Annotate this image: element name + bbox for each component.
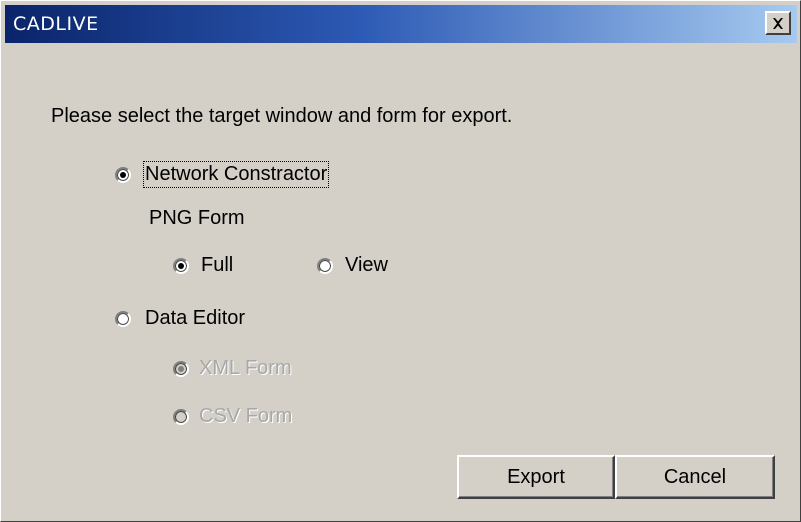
data-editor-radio[interactable] [115, 310, 131, 327]
network-constractor-option[interactable]: Network Constractor [115, 161, 330, 188]
view-label[interactable]: View [345, 254, 388, 277]
window-title: CADLIVE [13, 13, 99, 35]
csv-form-label: CSV Form [199, 405, 293, 427]
view-option[interactable]: View [317, 254, 388, 277]
csv-form-radio [173, 408, 189, 425]
close-button[interactable] [765, 11, 791, 35]
export-button[interactable]: Export [457, 455, 615, 499]
csv-form-option: CSV Form [173, 405, 292, 428]
data-editor-label[interactable]: Data Editor [145, 307, 245, 330]
full-option[interactable]: Full [173, 254, 233, 277]
xml-form-radio [173, 360, 189, 377]
network-constractor-label[interactable]: Network Constractor [142, 161, 330, 188]
full-radio[interactable] [173, 257, 189, 274]
full-label[interactable]: Full [201, 254, 233, 277]
png-form-label: PNG Form [149, 207, 245, 229]
view-radio[interactable] [317, 257, 333, 274]
data-editor-option[interactable]: Data Editor [115, 307, 245, 330]
export-dialog: CADLIVE Please select the target window … [0, 0, 801, 522]
xml-form-label: XML Form [199, 357, 292, 379]
close-x-icon [773, 17, 783, 29]
network-constractor-radio[interactable] [115, 166, 131, 183]
cancel-button[interactable]: Cancel [615, 455, 775, 499]
title-bar[interactable]: CADLIVE [5, 5, 797, 43]
instruction-text: Please select the target window and form… [51, 105, 513, 127]
xml-form-option: XML Form [173, 357, 292, 380]
